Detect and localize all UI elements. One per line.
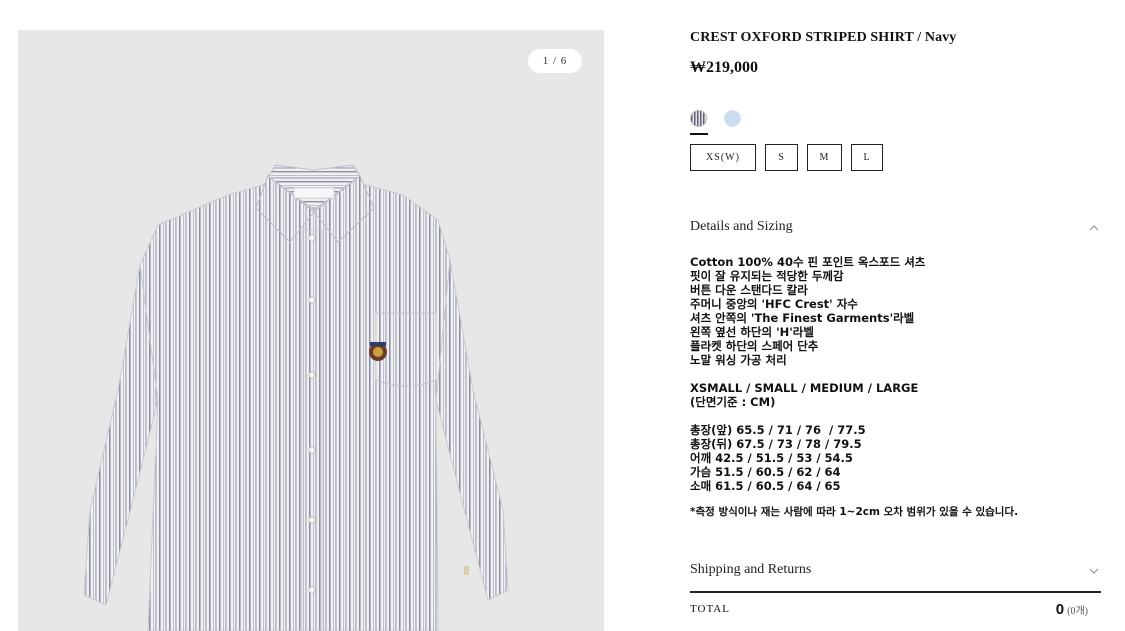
feature-line: 핏이 잘 유지되는 적당한 두께감 (690, 269, 844, 283)
image-counter: 1 / 6 (528, 49, 582, 73)
shipping-accordion-toggle[interactable]: Shipping and Returns (690, 560, 1101, 582)
feature-line: 왼쪽 옆선 하단의 'H'라벨 (690, 325, 814, 339)
product-image (83, 164, 509, 631)
shipping-heading: Shipping and Returns (690, 562, 812, 577)
feature-line: 주머니 중앙의 'HFC Crest' 자수 (690, 297, 858, 311)
size-button-xs[interactable]: XS(W) (690, 144, 756, 171)
measurement-line: 소매 61.5 / 60.5 / 64 / 65 (690, 479, 841, 493)
measurement-unit-note: (단면기준 : CM) (690, 395, 776, 409)
size-button-m[interactable]: M (807, 144, 842, 171)
feature-line: 플라켓 하단의 스페어 단추 (690, 339, 819, 353)
product-info-panel: CREST OXFORD STRIPED SHIRT / Navy ₩219,0… (690, 0, 1102, 631)
measurement-line: 총장(뒤) 67.5 / 73 / 78 / 79.5 (690, 437, 862, 451)
chevron-down-icon (1089, 568, 1099, 574)
total-divider (690, 591, 1101, 593)
total-value: 0 (1055, 601, 1065, 618)
feature-line: Cotton 100% 40수 핀 포인트 옥스포드 셔츠 (690, 255, 926, 269)
details-content: Cotton 100% 40수 핀 포인트 옥스포드 셔츠 핏이 잘 유지되는 … (690, 255, 1101, 519)
size-button-l[interactable]: L (851, 144, 883, 171)
size-range-header: XSMALL / SMALL / MEDIUM / LARGE (690, 381, 919, 395)
measurement-line: 가슴 51.5 / 60.5 / 62 / 64 (690, 465, 841, 479)
feature-line: 버튼 다운 스탠다드 칼라 (690, 283, 808, 297)
measurement-disclaimer: *측정 방식이나 재는 사람에 따라 1~2cm 오차 범위가 있을 수 있습니… (690, 506, 1019, 518)
product-title: CREST OXFORD STRIPED SHIRT / Navy (690, 30, 957, 45)
chevron-up-icon (1089, 225, 1099, 231)
selected-color-indicator (690, 133, 708, 135)
feature-line: 셔츠 안쪽의 'The Finest Garments'라벨 (690, 311, 915, 325)
details-heading: Details and Sizing (690, 219, 793, 234)
total-label: TOTAL (690, 603, 730, 615)
color-swatch-light-blue[interactable] (724, 110, 741, 127)
total-item-count: (0개) (1067, 606, 1088, 617)
total-amount: 0 (0개) (1056, 601, 1088, 618)
measurement-line: 총장(앞) 65.5 / 71 / 76 / 77.5 (690, 423, 866, 437)
feature-line: 노말 워싱 가공 처리 (690, 353, 787, 367)
color-swatch-navy[interactable] (690, 110, 707, 127)
measurement-line: 어깨 42.5 / 51.5 / 53 / 54.5 (690, 451, 853, 465)
product-price: ₩219,000 (690, 59, 758, 76)
size-button-s[interactable]: S (765, 144, 798, 171)
details-accordion-toggle[interactable]: Details and Sizing (690, 217, 1101, 239)
size-selector: XS(W) S M L (690, 144, 892, 171)
product-image-gallery[interactable]: 1 / 6 (18, 30, 604, 631)
